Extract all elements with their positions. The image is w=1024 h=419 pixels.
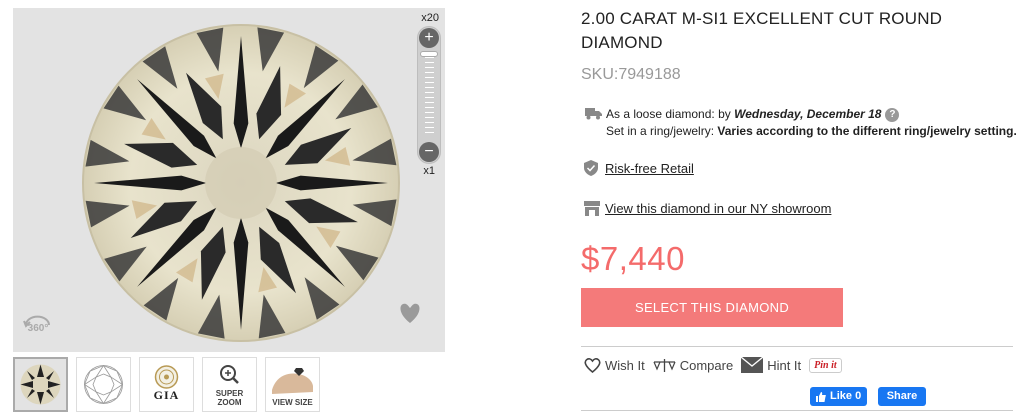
- thumb-view-size[interactable]: VIEW SIZE: [265, 357, 320, 412]
- shipping-loose: As a loose diamond: by Wednesday, Decemb…: [606, 107, 900, 122]
- envelope-icon: [741, 357, 764, 373]
- shipping-ring-prefix: Set in a ring/jewelry:: [606, 124, 718, 138]
- price: $7,440: [581, 240, 685, 277]
- facebook-like-label: Like 0: [830, 390, 862, 402]
- gia-label: GIA: [153, 388, 180, 402]
- super-zoom-label-2: ZOOM: [217, 398, 242, 407]
- risk-free-link[interactable]: Risk-free Retail: [605, 161, 694, 176]
- zoom-ticks: [425, 57, 434, 137]
- select-diamond-button[interactable]: SELECT THIS DIAMOND: [581, 288, 843, 327]
- zoom-slider[interactable]: + −: [417, 26, 441, 164]
- shipping-ring: Set in a ring/jewelry: Varies according …: [606, 124, 1017, 138]
- heart-icon: [584, 357, 601, 373]
- storefront-icon: [584, 201, 600, 221]
- zoom-out-button[interactable]: −: [419, 142, 439, 162]
- divider: [581, 410, 1013, 411]
- rotate-label: 360°: [28, 323, 49, 334]
- compare-icon: [653, 358, 676, 372]
- help-icon[interactable]: ?: [885, 107, 900, 122]
- facebook-share-button[interactable]: Share: [878, 387, 926, 406]
- view-size-label: VIEW SIZE: [272, 398, 313, 407]
- zoom-max-label: x20: [421, 12, 439, 24]
- thumb-diamond-diagram[interactable]: [76, 357, 131, 412]
- facebook-like-button[interactable]: Like 0: [810, 387, 868, 406]
- shipping-ring-value: Varies according to the different ring/j…: [717, 124, 1017, 138]
- hand-heart-icon[interactable]: [395, 299, 425, 330]
- shipping-loose-prefix: As a loose diamond: by: [606, 107, 735, 121]
- thumbs-up-icon: [816, 391, 826, 402]
- thumb-gia-certificate[interactable]: GIA: [139, 357, 194, 412]
- divider: [581, 346, 1013, 347]
- truck-icon: [585, 107, 602, 125]
- zoom-in-button[interactable]: +: [419, 28, 439, 48]
- social-actions: Wish It Compare Hint It Pin it: [584, 357, 842, 373]
- compare-button[interactable]: Compare: [653, 358, 733, 373]
- product-sku: SKU:7949188: [581, 66, 681, 83]
- diamond-diagram-icon: [84, 365, 123, 404]
- rotate-360-icon[interactable]: 360°: [21, 311, 55, 340]
- hint-it-button[interactable]: Hint It: [741, 357, 801, 373]
- pin-it-button[interactable]: Pin it: [809, 357, 842, 373]
- wish-it-label: Wish It: [605, 357, 645, 373]
- zoom-handle[interactable]: [420, 51, 438, 57]
- product-title: 2.00 CARAT M-SI1 EXCELLENT CUT ROUND DIA…: [581, 9, 943, 52]
- diamond-viewer[interactable]: x20 + − x1 360°: [13, 8, 445, 352]
- thumb-super-zoom[interactable]: SUPER ZOOM: [202, 357, 257, 412]
- gia-seal-icon: [154, 365, 179, 389]
- shipping-loose-date: Wednesday, December 18: [734, 107, 882, 121]
- thumb-diamond-photo[interactable]: [13, 357, 68, 412]
- zoom-min-label: x1: [423, 165, 435, 177]
- diamond-image[interactable]: [13, 8, 445, 352]
- hint-it-label: Hint It: [767, 357, 802, 373]
- wish-it-button[interactable]: Wish It: [584, 358, 645, 373]
- thumbnail-strip: GIA SUPER ZOOM VIEW SIZE: [13, 357, 320, 412]
- showroom-link[interactable]: View this diamond in our NY showroom: [605, 201, 831, 216]
- compare-label: Compare: [679, 357, 734, 373]
- shield-icon: [584, 160, 598, 181]
- super-zoom-label-1: SUPER: [215, 389, 244, 398]
- diamond-thumb-icon: [15, 359, 66, 410]
